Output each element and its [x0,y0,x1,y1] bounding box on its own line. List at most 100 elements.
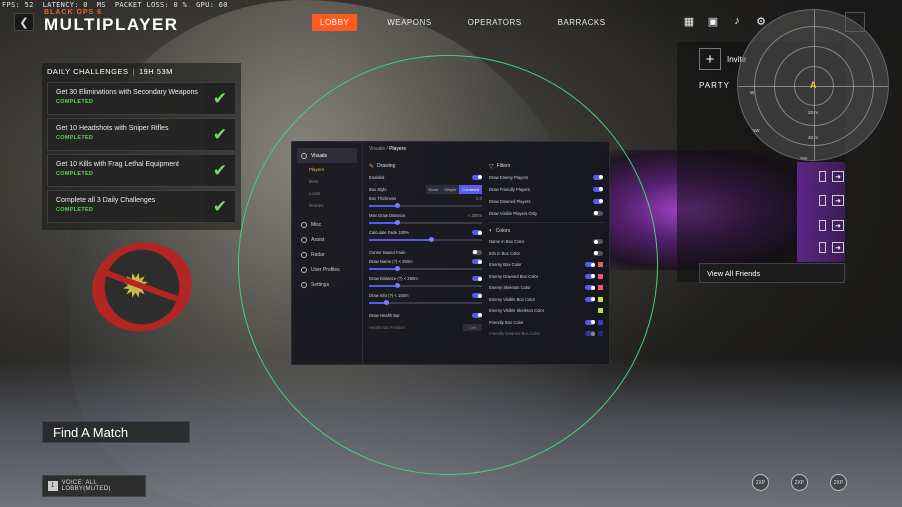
friend-row[interactable]: ➜ [794,217,844,234]
sidebar-item-assist[interactable]: Assist [297,232,357,247]
color-row: Info in Box Color [489,248,605,260]
eye-icon [301,152,307,159]
box-style-simple[interactable]: Simple [441,184,460,194]
health-bar-row: Draw Health Bar [369,309,484,321]
bell-icon[interactable]: ♪ [728,12,746,30]
grid-icon[interactable]: ▦ [680,12,698,30]
view-all-friends-button[interactable]: View All Friends [699,263,845,283]
sidebar-item-drones[interactable]: Drones [297,199,357,211]
filter-row: Draw Visible Players Only [489,207,605,219]
color-toggle[interactable] [593,250,603,256]
color-swatch[interactable] [598,308,603,314]
sidebar-item-loots[interactable]: Loots [297,187,357,199]
color-swatch[interactable] [598,285,603,291]
friend-status-icon [819,195,826,206]
invite-plus-icon[interactable]: + [699,48,721,70]
draw-distance-toggle[interactable] [472,276,482,281]
filter-row: Draw Downed Players [489,195,605,207]
tab-weapons[interactable]: WEAPONS [381,14,437,31]
sidebar-item-players[interactable]: Players [297,163,357,175]
color-toggle[interactable] [585,331,595,337]
voice-chat-status[interactable]: 1 VOICE: ALL LOBBY(MUTED) [42,475,146,497]
checkmark-icon: ✔ [205,155,235,186]
breadcrumb-parent[interactable]: Visuals [369,146,385,152]
friend-row[interactable]: ➜ [794,239,844,256]
sidebar-item-visuals[interactable]: Visuals [297,148,357,163]
breadcrumb: Visuals / Players [369,146,406,152]
filter-toggle[interactable] [593,174,603,180]
challenge-item[interactable]: Get 30 Eliminations with Secondary Weapo… [47,82,236,115]
color-swatch[interactable] [598,273,603,279]
sidebar-item-user-profiles[interactable]: User Profiles [297,262,357,277]
filter-toggle[interactable] [593,186,603,192]
calculate-fade-slider[interactable]: Calculate Fade 100% [369,229,484,246]
challenge-status: COMPLETED [56,99,94,105]
friend-status-icon [819,242,826,253]
color-toggle[interactable] [593,239,603,245]
enabled-row: Enabled [369,171,484,183]
sidebar-item-settings[interactable]: Settings [297,277,357,292]
color-swatch[interactable] [598,296,603,302]
challenge-text: Get 10 Headshots with Sniper Rifles [56,125,169,132]
join-arrow-icon[interactable]: ➜ [832,195,844,206]
join-arrow-icon[interactable]: ➜ [832,220,844,231]
slider-handle[interactable] [395,220,401,225]
find-match-button[interactable]: Find A Match [42,421,190,443]
challenge-item[interactable]: Get 10 Headshots with Sniper Rifles COMPL… [47,118,236,151]
color-toggle[interactable] [585,285,595,291]
color-toggle[interactable] [585,262,595,268]
draw-distance-slider[interactable]: Draw Distance (?) < 250m [369,275,484,292]
store-icon[interactable]: ▣ [704,12,722,30]
drawing-section: ✎ Drawing Enabled Box Style None Simple C… [369,161,484,333]
sidebar-item-misc[interactable]: Misc [297,217,357,232]
friend-row[interactable]: ➜ [794,168,844,185]
slider-handle[interactable] [395,283,401,288]
back-button[interactable]: ❮ [14,13,34,31]
color-toggle[interactable] [585,296,595,302]
color-toggle[interactable] [585,273,595,279]
box-style-cornered[interactable]: Cornered [459,184,482,194]
max-draw-distance-slider[interactable]: Max Draw Distance < 300m [369,212,484,229]
join-arrow-icon[interactable]: ➜ [832,242,844,253]
enabled-toggle[interactable] [472,174,482,180]
draw-info-toggle[interactable] [472,293,482,298]
slider-handle[interactable] [383,300,389,305]
tab-lobby[interactable]: LOBBY [312,14,358,31]
health-position-dropdown[interactable]: Left [463,323,482,331]
friend-status-icon [819,171,826,182]
color-swatch[interactable] [598,262,603,268]
calculate-fade-toggle[interactable] [472,230,482,235]
draw-name-slider[interactable]: Draw Name (?) < 250m [369,258,484,275]
color-swatch[interactable] [598,319,603,325]
color-swatch[interactable] [598,331,603,337]
health-bar-toggle[interactable] [472,312,482,318]
challenge-item[interactable]: Complete all 3 Daily Challenges COMPLETED… [47,190,236,223]
filter-toggle[interactable] [593,210,603,216]
color-row: Enemy Box Color [489,259,605,271]
tab-barracks[interactable]: BARRACKS [552,14,612,31]
corner-fade-toggle[interactable] [472,249,482,255]
friend-row[interactable]: ➜ [794,192,844,209]
draw-name-toggle[interactable] [472,259,482,264]
box-style-none[interactable]: None [425,184,442,194]
challenge-item[interactable]: Get 10 Kills with Frag Lethal Equipment C… [47,154,236,187]
sidebar-item-radar[interactable]: Radar [297,247,357,262]
challenge-status: COMPLETED [56,207,94,213]
box-thickness-slider[interactable]: Box Thickness 2.0 [369,195,484,212]
tab-operators[interactable]: OPERATORS [462,14,528,31]
join-arrow-icon[interactable]: ➜ [832,171,844,182]
filter-toggle[interactable] [593,198,603,204]
corner-fade-row: Corner Based Fade [369,246,484,258]
draw-info-slider[interactable]: Draw Info (?) < 150m [369,292,484,309]
color-toggle[interactable] [585,319,595,325]
box-style-segmented: None Simple Cornered [425,184,482,194]
color-row: Enemy Downed Box Color [489,271,605,283]
compass-label: NW [752,128,760,133]
user-icon [301,266,307,273]
slider-handle[interactable] [395,203,401,208]
slider-handle[interactable] [395,266,401,271]
checkmark-icon: ✔ [205,83,235,114]
sidebar-item-bots[interactable]: Bots [297,175,357,187]
daily-challenges-header: DAILY CHALLENGES | 19H 53M [47,67,173,76]
slider-handle[interactable] [429,237,435,242]
